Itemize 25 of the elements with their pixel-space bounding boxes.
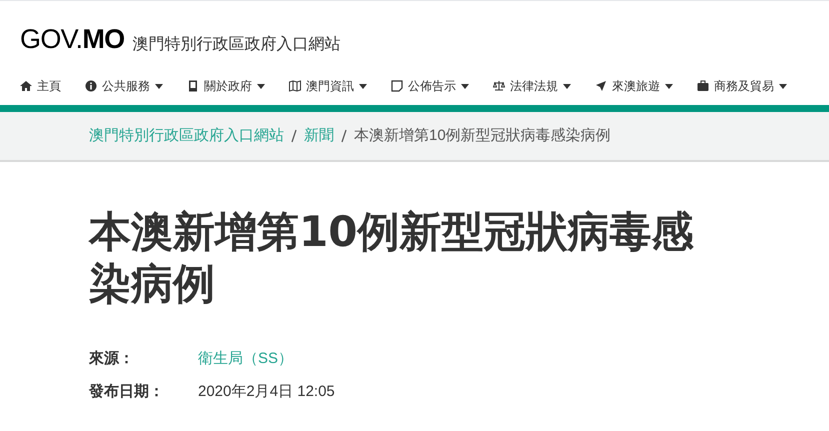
meta-value: 2020年2月4日 12:05: [198, 382, 335, 402]
note-icon: [391, 80, 403, 92]
briefcase-icon: [697, 80, 709, 92]
plane-icon: [595, 80, 607, 92]
nav-menu-item[interactable]: 澳門資訊: [289, 77, 367, 95]
map-icon: [289, 80, 301, 92]
nav-menu-item[interactable]: 商務及貿易: [697, 77, 787, 95]
breadcrumb-current: 本澳新增第10例新型冠狀病毒感染病例: [354, 126, 611, 146]
nav-menu-item[interactable]: 公共服務: [85, 77, 163, 95]
nav-menu-item[interactable]: 主頁: [20, 77, 61, 95]
meta-label: 發布日期：: [89, 382, 165, 402]
nav-menu-item[interactable]: 關於政府: [187, 77, 265, 95]
nav-menu-item[interactable]: 法律法規: [493, 77, 571, 95]
building-icon: [187, 80, 199, 92]
meta-label: 來源：: [89, 349, 135, 369]
scale-icon: [493, 80, 505, 92]
home-icon: [20, 80, 32, 92]
info-icon: [85, 80, 97, 92]
article-title: 本澳新增第10例新型冠狀病毒感染病例: [89, 206, 694, 310]
separator-icon: [291, 129, 297, 143]
site-logo[interactable]: GOV.MO: [20, 26, 124, 53]
nav-menu-item[interactable]: 來澳旅遊: [595, 77, 673, 95]
nav-menu-item[interactable]: 公佈告示: [391, 77, 469, 95]
separator-icon: [341, 129, 347, 143]
site-name: 澳門特別行政區政府入口網站: [132, 36, 340, 52]
